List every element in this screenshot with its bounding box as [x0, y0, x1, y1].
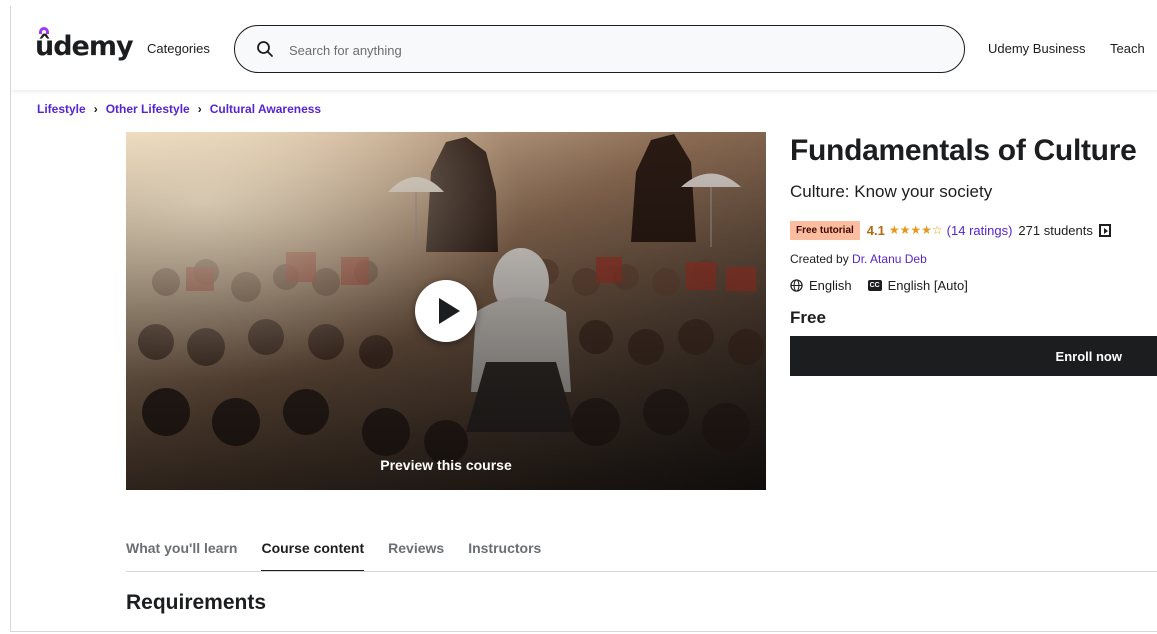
course-captions: English [Auto] [887, 278, 968, 293]
instructor-link[interactable]: Dr. Atanu Deb [852, 252, 927, 266]
tab-what-youll-learn[interactable]: What you'll learn [126, 530, 237, 572]
free-tutorial-badge: Free tutorial [790, 220, 860, 240]
language-row: English CC English [Auto] [790, 278, 968, 293]
breadcrumb-item-cultural-awareness[interactable]: Cultural Awareness [210, 102, 321, 116]
requirements-heading: Requirements [126, 591, 267, 614]
play-icon [439, 298, 460, 324]
closed-captions-icon: CC [867, 280, 882, 291]
search-input[interactable] [289, 39, 929, 61]
globe-icon [790, 279, 803, 292]
breadcrumb: Lifestyle › Other Lifestyle › Cultural A… [37, 102, 321, 116]
course-preview[interactable]: Preview this course [126, 132, 766, 490]
ratings-count-link[interactable]: (14 ratings) [947, 223, 1013, 238]
tab-course-content[interactable]: Course content [261, 530, 364, 572]
course-title: Fundamentals of Culture [790, 134, 1137, 167]
breadcrumb-item-lifestyle[interactable]: Lifestyle [37, 102, 86, 116]
course-price: Free [790, 308, 826, 327]
video-icon [1098, 223, 1111, 237]
students-count: 271 students [1018, 222, 1093, 238]
course-tabs: What you'll learn Course content Reviews… [126, 530, 565, 572]
course-language: English [809, 278, 852, 293]
search-bar[interactable] [234, 25, 965, 73]
categories-link[interactable]: Categories [147, 41, 210, 56]
teach-link[interactable]: Teach [1110, 41, 1145, 56]
play-button[interactable] [415, 280, 477, 342]
search-icon[interactable] [256, 40, 274, 58]
tabs-divider [126, 571, 1157, 572]
enroll-now-button[interactable]: Enroll now [790, 336, 1157, 376]
star-rating-icon: ★★★★☆ [888, 223, 943, 237]
tab-reviews[interactable]: Reviews [388, 530, 444, 572]
chevron-right-icon: › [197, 102, 202, 116]
udemy-business-link[interactable]: Udemy Business [988, 41, 1086, 56]
rating-value: 4.1 [866, 222, 885, 238]
page: ûdemy Categories Udemy Business Teach Li… [10, 6, 1157, 632]
chevron-right-icon: › [93, 102, 98, 116]
top-header: ûdemy Categories Udemy Business Teach [11, 6, 1157, 90]
course-meta: Free tutorial 4.1 ★★★★☆ (14 ratings) 271… [790, 220, 1111, 240]
created-by: Created by Dr. Atanu Deb [790, 252, 927, 266]
udemy-logo[interactable]: ûdemy [35, 31, 134, 62]
course-subtitle: Culture: Know your society [790, 182, 993, 201]
tab-instructors[interactable]: Instructors [468, 530, 541, 572]
breadcrumb-item-other-lifestyle[interactable]: Other Lifestyle [106, 102, 190, 116]
preview-label[interactable]: Preview this course [126, 457, 766, 473]
created-by-label: Created by [790, 252, 849, 266]
